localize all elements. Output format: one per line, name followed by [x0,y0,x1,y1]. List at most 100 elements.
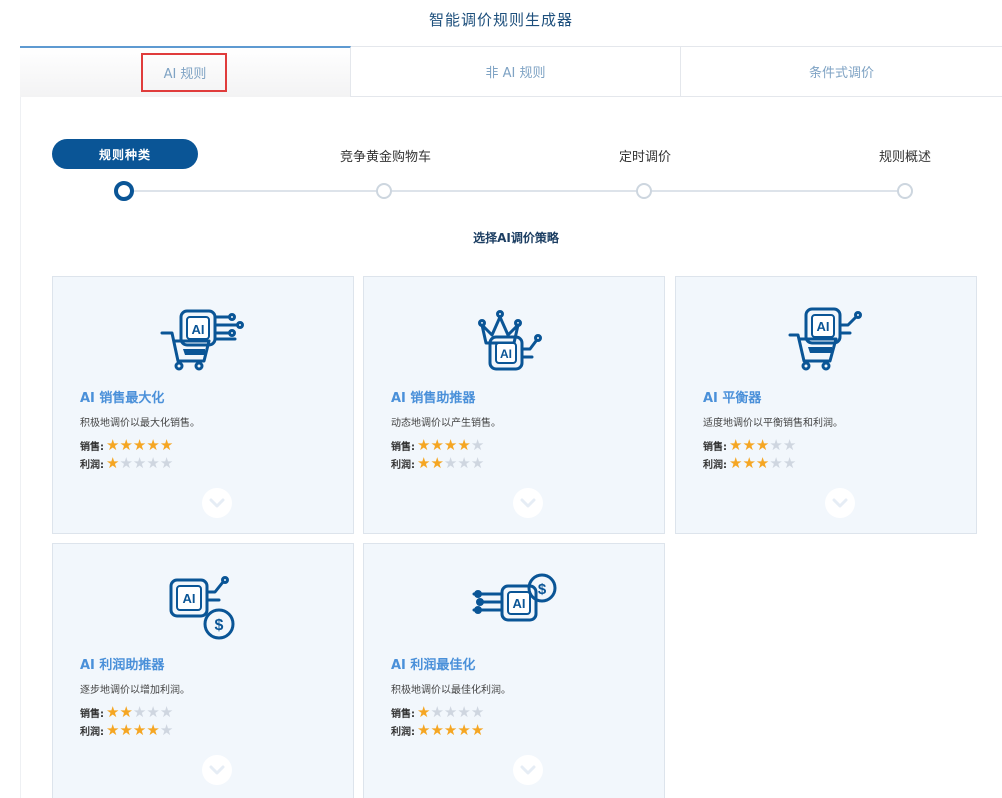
star-empty-icon: ★ [119,454,133,472]
highlight-box [141,53,227,92]
sales-stars: ★ ★ ★ ★ ★ [106,438,173,453]
profit-label: 利润: [703,460,727,471]
svg-text:AI: AI [817,319,830,334]
profit-rating: 利润: ★ ★ ★ ★ ★ [391,456,484,472]
profit-label: 利润: [80,460,104,471]
star-empty-icon: ★ [443,454,458,472]
star-empty-icon: ★ [457,454,471,472]
svg-text:AI: AI [513,596,526,611]
expand-button[interactable] [513,755,543,785]
star-filled-icon: ★ [119,436,133,454]
sales-rating: 销售: ★ ★ ★ ★ ★ [391,703,485,721]
expand-button[interactable] [825,488,855,518]
star-filled-icon: ★ [132,721,147,739]
star-filled-icon: ★ [755,436,770,454]
sales-label: 销售: [80,709,104,720]
svg-text:AI: AI [192,322,205,337]
star-empty-icon: ★ [146,454,160,472]
strategy-card-profit-booster[interactable]: AI $ AI 利润助推器 逐步地调价以增加利润。 销售: ★ ★ ★ ★ ★ 利润: … [52,543,354,798]
star-empty-icon: ★ [159,721,174,739]
strategy-card-profit-optimizer[interactable]: AI $ AI 利润最佳化 积极地调价以最佳化利润。 销售: ★ ★ ★ ★ ★ 利润:… [363,543,665,798]
profit-label: 利润: [391,460,415,471]
tab-non-ai-rules-label: 非 AI 规则 [485,66,546,81]
step-dot-rule-summary[interactable] [897,183,913,199]
chevron-down-icon [209,498,225,508]
star-filled-icon: ★ [106,436,120,454]
star-empty-icon: ★ [159,703,174,721]
page-title: 智能调价规则生成器 [428,11,573,29]
profit-rating: 利润: ★ ★ ★ ★ ★ [80,721,174,739]
star-filled-icon: ★ [470,721,485,739]
star-filled-icon: ★ [430,436,444,454]
card-title: AI 销售助推器 [391,391,476,406]
star-filled-icon: ★ [430,454,444,472]
tab-conditional-pricing[interactable]: 条件式调价 [681,46,1002,97]
sales-stars: ★ ★ ★ ★ ★ [106,705,173,720]
ai-chip-crown-icon: AI [468,303,568,375]
star-empty-icon: ★ [470,436,485,454]
star-filled-icon: ★ [119,703,133,721]
expand-button[interactable] [202,488,232,518]
star-filled-icon: ★ [742,454,756,472]
profit-stars: ★ ★ ★ ★ ★ [417,456,484,471]
star-filled-icon: ★ [159,436,174,454]
tab-non-ai-rules[interactable]: 非 AI 规则 [351,46,681,97]
star-filled-icon: ★ [417,703,431,721]
star-empty-icon: ★ [782,454,797,472]
star-filled-icon: ★ [132,436,147,454]
sales-label: 销售: [391,442,415,453]
profit-stars: ★ ★ ★ ★ ★ [106,456,173,471]
profit-label: 利润: [80,727,104,738]
tab-ai-rules[interactable]: AI 规则 [20,46,351,97]
step-scheduled-pricing[interactable]: 定时调价 [619,146,671,165]
card-title: AI 利润助推器 [80,658,165,673]
star-empty-icon: ★ [146,703,160,721]
star-filled-icon: ★ [729,436,743,454]
ai-chip-cart-icon: AI [780,303,880,375]
star-filled-icon: ★ [457,436,471,454]
card-description: 积极地调价以最大化销售。 [80,418,200,429]
wizard-stepper: 规则种类 竞争黄金购物车 定时调价 规则概述 [52,139,932,209]
chevron-down-icon [832,498,848,508]
star-filled-icon: ★ [443,721,458,739]
star-empty-icon: ★ [470,454,485,472]
profit-rating: 利润: ★ ★ ★ ★ ★ [391,723,484,739]
star-filled-icon: ★ [119,721,133,739]
step-rule-summary[interactable]: 规则概述 [879,146,931,165]
step-buy-box[interactable]: 竞争黄金购物车 [340,146,431,165]
star-filled-icon: ★ [146,436,160,454]
ai-chip-circuit-dollar-icon: AI $ [468,570,568,642]
svg-text:AI: AI [183,591,196,606]
star-filled-icon: ★ [417,454,431,472]
sales-label: 销售: [80,442,104,453]
star-empty-icon: ★ [769,436,783,454]
star-empty-icon: ★ [470,703,485,721]
star-empty-icon: ★ [430,703,444,721]
card-title: AI 平衡器 [703,391,762,406]
expand-button[interactable] [202,755,232,785]
step-dot-rule-type[interactable] [114,181,134,201]
stepper-track [124,190,905,192]
card-description: 积极地调价以最佳化利润。 [391,685,511,696]
star-filled-icon: ★ [106,721,120,739]
strategy-card-balancer[interactable]: AI AI 平衡器 适度地调价以平衡销售和利润。 销售: ★ ★ ★ ★ ★ 利润: ★… [675,276,977,534]
strategy-card-sales-maximizer[interactable]: AI AI 销售最大化 积极地调价以最大化销售。 销售: ★ ★ ★ ★ ★ 利润: ★… [52,276,354,534]
chevron-down-icon [209,765,225,775]
card-title: AI 销售最大化 [80,391,165,406]
card-description: 动态地调价以产生销售。 [391,418,501,429]
sales-rating: 销售: ★ ★ ★ ★ ★ [80,705,173,721]
star-empty-icon: ★ [443,703,458,721]
star-filled-icon: ★ [106,454,120,472]
star-filled-icon: ★ [417,436,431,454]
star-filled-icon: ★ [729,454,743,472]
strategy-card-sales-booster[interactable]: AI AI 销售助推器 动态地调价以产生销售。 销售: ★ ★ ★ ★ ★ 利润: ★ ★… [363,276,665,534]
star-empty-icon: ★ [769,454,783,472]
sales-label: 销售: [391,709,415,720]
star-filled-icon: ★ [755,454,770,472]
expand-button[interactable] [513,488,543,518]
profit-stars: ★ ★ ★ ★ ★ [417,723,484,738]
step-dot-scheduled-pricing[interactable] [636,183,652,199]
svg-text:$: $ [215,617,224,634]
step-dot-buy-box[interactable] [376,183,392,199]
step-rule-type[interactable]: 规则种类 [52,139,198,169]
